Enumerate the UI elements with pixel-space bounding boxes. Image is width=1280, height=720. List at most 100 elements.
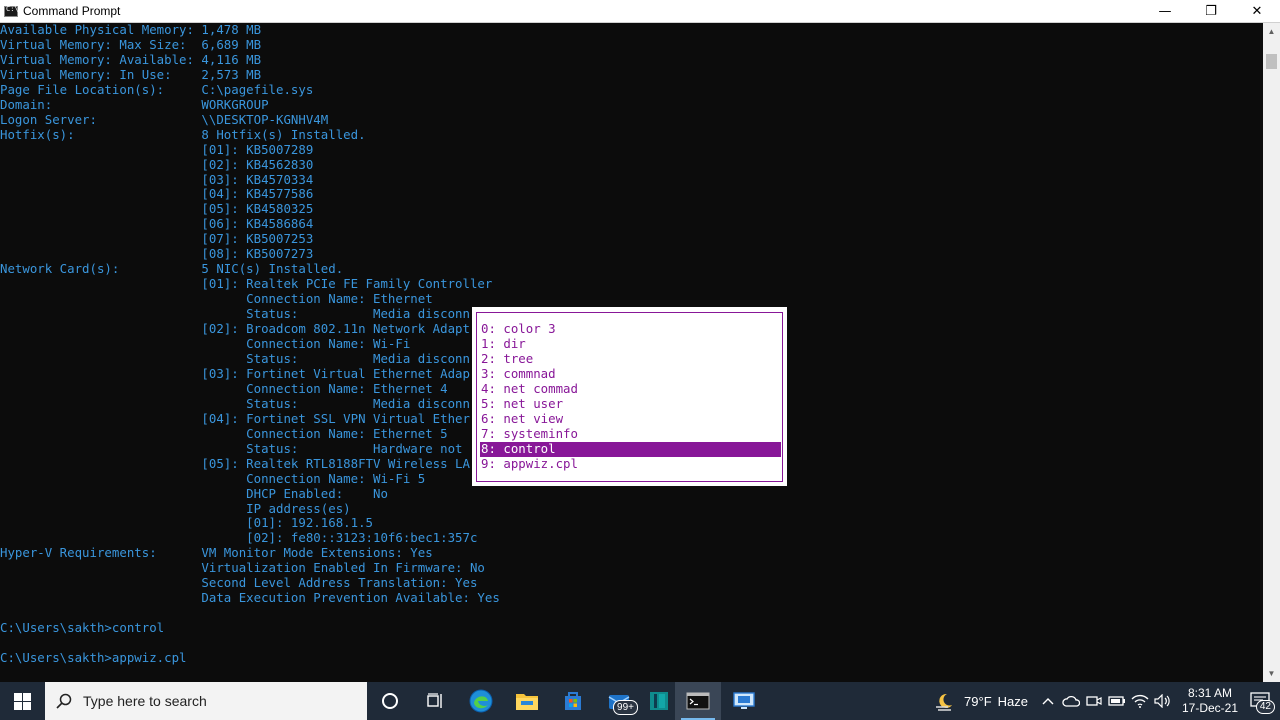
console-line: [05]: KB4580325 xyxy=(0,201,314,217)
window-title: Command Prompt xyxy=(23,4,121,18)
console-line: Status: Media disconn xyxy=(0,395,470,411)
wifi-icon[interactable] xyxy=(1128,682,1151,720)
task-view-button[interactable] xyxy=(412,682,458,720)
console-line: Virtual Memory: Available: 4,116 MB xyxy=(0,51,262,67)
scroll-down-arrow-icon[interactable]: ▼ xyxy=(1263,665,1280,682)
weather-widget[interactable]: 79°F Haze xyxy=(934,691,1028,711)
start-button[interactable] xyxy=(0,682,45,720)
command-history-list: 0: color 3 1: dir 2: tree 3: commnad 4: net … xyxy=(480,321,781,472)
maximize-button[interactable]: ❐ xyxy=(1188,0,1234,23)
history-item[interactable]: 4: net commad xyxy=(480,381,781,397)
console-line: Connection Name: Ethernet xyxy=(0,291,433,307)
windows-logo-icon xyxy=(14,692,31,710)
action-center-button[interactable]: 42 xyxy=(1240,682,1280,720)
onedrive-cloud-icon[interactable] xyxy=(1059,682,1082,720)
history-item[interactable]: 1: dir xyxy=(480,336,781,352)
console-line: Virtual Memory: In Use: 2,573 MB xyxy=(0,66,262,82)
weather-temperature: 79°F xyxy=(964,693,992,709)
console-line: Status: Hardware not xyxy=(0,440,463,456)
remote-desktop-icon xyxy=(733,692,755,709)
scroll-thumb[interactable] xyxy=(1266,54,1277,69)
console-line: Logon Server: \\DESKTOP-KGNHV4M xyxy=(0,111,329,127)
file-explorer-button[interactable] xyxy=(504,682,550,720)
console-line: [02]: KB4562830 xyxy=(0,156,314,172)
console-line: [04]: Fortinet SSL VPN Virtual Ether xyxy=(0,410,470,426)
console-lines: Available Physical Memory: 1,478 MB Virtu… xyxy=(0,23,500,666)
console-line: [06]: KB4586864 xyxy=(0,216,314,232)
search-icon xyxy=(55,692,73,710)
weather-condition: Haze xyxy=(997,693,1028,709)
console-line: Virtual Memory: Max Size: 6,689 MB xyxy=(0,36,262,52)
console-line: Connection Name: Wi-Fi xyxy=(0,336,411,352)
console-line: Page File Location(s): C:\pagefile.sys xyxy=(0,81,314,97)
console-line: [03]: KB4570334 xyxy=(0,171,314,187)
console-line: Connection Name: Wi-Fi 5 xyxy=(0,470,426,486)
history-item[interactable]: 7: systeminfo xyxy=(480,426,781,442)
taskbar-search-box[interactable]: Type here to search xyxy=(45,682,367,720)
console-line: [04]: KB4577586 xyxy=(0,186,314,202)
console-line: [01]: Realtek PCIe FE Family Controller xyxy=(0,276,493,292)
console-line: C:\Users\sakth>control xyxy=(0,620,165,636)
vertical-scrollbar[interactable]: ▲ ▼ xyxy=(1263,23,1280,682)
meet-now-icon[interactable] xyxy=(1082,682,1105,720)
edge-button[interactable] xyxy=(458,682,504,720)
close-button[interactable]: ✕ xyxy=(1234,0,1280,23)
history-item[interactable]: 6: net view xyxy=(480,411,781,427)
taskbar: Type here to search 99+ 79°F Haze 8:31 A… xyxy=(0,682,1280,720)
console-line: [02]: Broadcom 802.11n Network Adapt xyxy=(0,321,470,337)
console-line: [08]: KB5007273 xyxy=(0,246,314,262)
file-explorer-icon xyxy=(516,694,538,710)
system-tray: 79°F Haze 8:31 AM 17-Dec-21 42 xyxy=(934,682,1280,720)
minimize-button[interactable]: — xyxy=(1142,0,1188,23)
teal-app-button[interactable] xyxy=(642,682,675,720)
console-line: [03]: Fortinet Virtual Ethernet Adap xyxy=(0,365,470,381)
history-item[interactable]: 0: color 3 xyxy=(480,321,781,337)
microsoft-store-button[interactable] xyxy=(550,682,596,720)
console-line: DHCP Enabled: No xyxy=(0,485,388,501)
search-placeholder: Type here to search xyxy=(83,693,207,709)
clock-time: 8:31 AM xyxy=(1187,686,1233,700)
show-hidden-icons-chevron-up-icon[interactable] xyxy=(1036,682,1059,720)
weather-haze-icon xyxy=(936,693,953,711)
title-bar: Command Prompt — ❐ ✕ xyxy=(0,0,1280,23)
edge-icon xyxy=(469,689,493,713)
cortana-icon xyxy=(381,693,398,709)
history-item[interactable]: 2: tree xyxy=(480,351,781,367)
console-line: Hyper-V Requirements: VM Monitor Mode Ex… xyxy=(0,545,433,561)
history-item[interactable]: 9: appwiz.cpl xyxy=(480,456,781,472)
taskbar-clock[interactable]: 8:31 AM 17-Dec-21 xyxy=(1180,686,1240,716)
cortana-button[interactable] xyxy=(367,682,412,720)
console-line: [02]: fe80::3123:10f6:bec1:357c xyxy=(0,530,478,546)
clock-date: 17-Dec-21 xyxy=(1181,701,1239,715)
console-line: [07]: KB5007253 xyxy=(0,231,314,247)
microsoft-store-icon xyxy=(565,692,581,710)
history-item[interactable]: 5: net user xyxy=(480,396,781,412)
console-line: Connection Name: Ethernet 4 xyxy=(0,380,448,396)
remote-desktop-button[interactable] xyxy=(721,682,767,720)
console-line: Data Execution Prevention Available: Yes xyxy=(0,590,500,606)
command-prompt-icon xyxy=(686,692,710,710)
console-line: Available Physical Memory: 1,478 MB xyxy=(0,23,262,37)
teal-app-icon xyxy=(649,692,668,710)
window-controls: — ❐ ✕ xyxy=(1142,0,1280,23)
history-item[interactable]: 3: commnad xyxy=(480,366,781,382)
console-line: Virtualization Enabled In Firmware: No xyxy=(0,560,485,576)
volume-speaker-icon[interactable] xyxy=(1151,682,1174,720)
console-output[interactable]: Available Physical Memory: 1,478 MB Virtu… xyxy=(0,23,1263,682)
mail-badge: 99+ xyxy=(613,700,638,715)
console-line: Domain: WORKGROUP xyxy=(0,96,269,112)
console-line: [05]: Realtek RTL8188FTV Wireless LA xyxy=(0,455,470,471)
history-item-selected[interactable]: 8: control xyxy=(480,441,781,457)
command-prompt-taskbar-button[interactable] xyxy=(675,682,721,720)
scroll-up-arrow-icon[interactable]: ▲ xyxy=(1263,23,1280,40)
console-line: [01]: 192.168.1.5 xyxy=(0,515,373,531)
command-prompt-app-icon xyxy=(4,5,19,17)
console-line: C:\Users\sakth>appwiz.cpl xyxy=(0,650,187,666)
console-line: Connection Name: Ethernet 5 xyxy=(0,425,448,441)
console-line: [01]: KB5007289 xyxy=(0,141,314,157)
battery-icon[interactable] xyxy=(1105,682,1128,720)
console-line: Status: Media disconn xyxy=(0,306,470,322)
mail-button[interactable]: 99+ xyxy=(596,682,642,720)
console-line: Second Level Address Translation: Yes xyxy=(0,575,478,591)
